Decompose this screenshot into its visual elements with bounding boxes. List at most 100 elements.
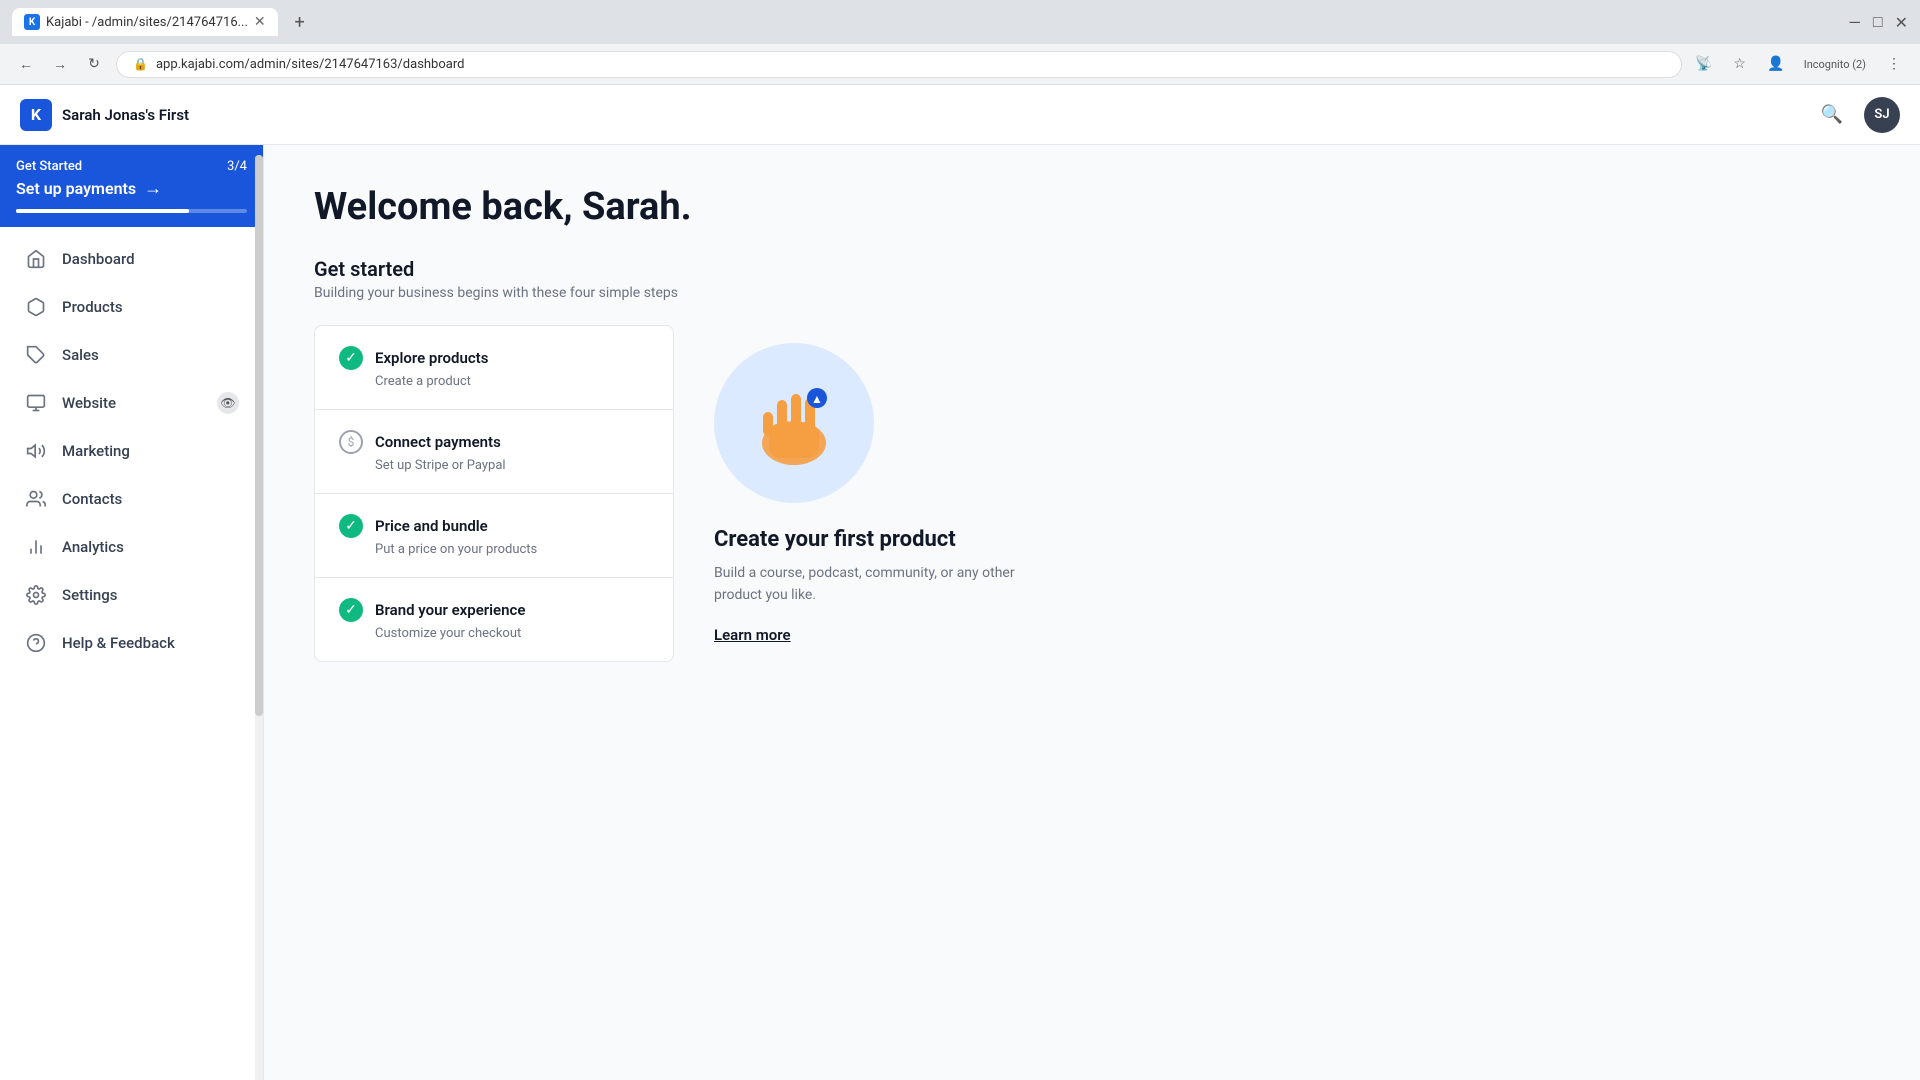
get-started-cta: Set up payments →: [16, 178, 247, 199]
website-visibility-badge: 👁: [217, 392, 239, 414]
tab-favicon: K: [24, 14, 40, 30]
bookmark-button[interactable]: ☆: [1726, 50, 1754, 78]
sidebar-website-label: Website: [62, 394, 116, 412]
box-icon: [24, 295, 48, 319]
users-icon: [24, 487, 48, 511]
step-brand-header: ✓ Brand your experience: [339, 598, 649, 622]
toolbar-right: 📡 ☆ 👤 Incognito (2) ⋮: [1690, 50, 1908, 78]
header-right: 🔍 SJ: [1816, 97, 1900, 133]
sidebar-dashboard-label: Dashboard: [62, 250, 135, 268]
sidebar-item-contacts[interactable]: Contacts: [4, 475, 259, 523]
step-connect-header: $ Connect payments: [339, 430, 649, 454]
get-started-cta-text: Set up payments: [16, 179, 136, 198]
cast-button[interactable]: 📡: [1690, 50, 1718, 78]
product-title: Create your first product: [714, 527, 956, 552]
profile-button[interactable]: 👤: [1762, 50, 1790, 78]
step-price-desc: Put a price on your products: [375, 542, 649, 557]
steps-layout: ✓ Explore products Create a product $ Co…: [314, 325, 1870, 662]
sidebar-item-sales[interactable]: Sales: [4, 331, 259, 379]
step-brand-check-icon: ✓: [339, 598, 363, 622]
megaphone-icon: [24, 439, 48, 463]
section-title: Get started: [314, 257, 1870, 281]
step-price-title: Price and bundle: [375, 517, 488, 535]
step-explore[interactable]: ✓ Explore products Create a product: [315, 326, 673, 410]
browser-chrome: K Kajabi - /admin/sites/214764716... ✕ +…: [0, 0, 1920, 85]
get-started-section: Get started Building your business begin…: [314, 257, 1870, 662]
monitor-icon: [24, 391, 48, 415]
minimize-button[interactable]: —: [1848, 13, 1861, 32]
step-brand-title: Brand your experience: [375, 601, 525, 619]
sidebar-analytics-label: Analytics: [62, 538, 124, 556]
sidebar-contacts-label: Contacts: [62, 490, 122, 508]
sidebar-marketing-label: Marketing: [62, 442, 130, 460]
step-explore-desc: Create a product: [375, 374, 649, 389]
tab-title: Kajabi - /admin/sites/214764716...: [46, 15, 248, 30]
section-subtitle: Building your business begins with these…: [314, 285, 1870, 301]
app-body: Get Started 3/4 Set up payments → Dashbo…: [0, 145, 1920, 1080]
progress-bar: [16, 209, 247, 213]
home-icon: [24, 247, 48, 271]
step-brand[interactable]: ✓ Brand your experience Customize your c…: [315, 578, 673, 661]
scrollbar-thumb: [255, 155, 263, 716]
side-panel: ▲ Create your first product Build a cour…: [674, 325, 1870, 662]
sidebar-item-help[interactable]: Help & Feedback: [4, 619, 259, 667]
close-window-button[interactable]: ✕: [1895, 13, 1908, 32]
step-connect-title: Connect payments: [375, 433, 501, 451]
nav-items: Dashboard Products Sales Website 👁: [0, 227, 263, 1080]
svg-text:▲: ▲: [811, 392, 823, 406]
get-started-top: Get Started 3/4: [16, 159, 247, 174]
sidebar-item-analytics[interactable]: Analytics: [4, 523, 259, 571]
sidebar-item-dashboard[interactable]: Dashboard: [4, 235, 259, 283]
title-bar: K Kajabi - /admin/sites/214764716... ✕ +…: [0, 0, 1920, 44]
sidebar-scrollbar[interactable]: [255, 145, 263, 1080]
url-text: app.kajabi.com/admin/sites/2147647163/da…: [156, 57, 465, 72]
welcome-title: Welcome back, Sarah.: [314, 185, 1870, 229]
step-connect[interactable]: $ Connect payments Set up Stripe or Payp…: [315, 410, 673, 494]
incognito-label: Incognito (2): [1798, 50, 1872, 78]
sidebar-item-website[interactable]: Website 👁: [4, 379, 259, 427]
get-started-label: Get Started: [16, 159, 82, 174]
main-content: Welcome back, Sarah. Get started Buildin…: [264, 145, 1920, 1080]
nav-buttons: ← → ↻: [12, 50, 108, 78]
avatar[interactable]: SJ: [1864, 97, 1900, 133]
help-circle-icon: [24, 631, 48, 655]
step-price-header: ✓ Price and bundle: [339, 514, 649, 538]
product-illustration: ▲: [714, 343, 874, 503]
sidebar-item-marketing[interactable]: Marketing: [4, 427, 259, 475]
scrollbar-track: [255, 155, 263, 1080]
back-button[interactable]: ←: [12, 50, 40, 78]
reload-button[interactable]: ↻: [80, 50, 108, 78]
step-brand-desc: Customize your checkout: [375, 626, 649, 641]
bar-chart-icon: [24, 535, 48, 559]
sidebar-help-label: Help & Feedback: [62, 634, 175, 652]
step-connect-desc: Set up Stripe or Paypal: [375, 458, 649, 473]
step-explore-header: ✓ Explore products: [339, 346, 649, 370]
forward-button[interactable]: →: [46, 50, 74, 78]
step-price[interactable]: ✓ Price and bundle Put a price on your p…: [315, 494, 673, 578]
get-started-arrow-icon: →: [144, 178, 162, 199]
browser-tab[interactable]: K Kajabi - /admin/sites/214764716... ✕: [12, 8, 278, 36]
kajabi-logo: K: [20, 99, 52, 131]
menu-button[interactable]: ⋮: [1880, 50, 1908, 78]
learn-more-link[interactable]: Learn more: [714, 626, 791, 644]
tab-close-button[interactable]: ✕: [254, 14, 266, 30]
sidebar-sales-label: Sales: [62, 346, 99, 364]
get-started-count: 3/4: [227, 159, 247, 174]
sidebar-item-products[interactable]: Products: [4, 283, 259, 331]
gear-icon: [24, 583, 48, 607]
sidebar-settings-label: Settings: [62, 586, 118, 604]
sidebar-item-settings[interactable]: Settings: [4, 571, 259, 619]
address-bar: ← → ↻ 🔒 app.kajabi.com/admin/sites/21476…: [0, 44, 1920, 84]
step-connect-dollar-icon: $: [339, 430, 363, 454]
new-tab-button[interactable]: +: [286, 8, 314, 36]
product-desc: Build a course, podcast, community, or a…: [714, 562, 1054, 607]
sidebar: Get Started 3/4 Set up payments → Dashbo…: [0, 145, 264, 1080]
url-bar[interactable]: 🔒 app.kajabi.com/admin/sites/2147647163/…: [116, 51, 1682, 78]
search-button[interactable]: 🔍: [1816, 99, 1848, 131]
maximize-button[interactable]: □: [1873, 12, 1883, 32]
sidebar-products-label: Products: [62, 298, 123, 316]
get-started-banner[interactable]: Get Started 3/4 Set up payments →: [0, 145, 263, 227]
site-name: Sarah Jonas's First: [62, 106, 189, 124]
tag-icon: [24, 343, 48, 367]
step-explore-title: Explore products: [375, 349, 488, 367]
